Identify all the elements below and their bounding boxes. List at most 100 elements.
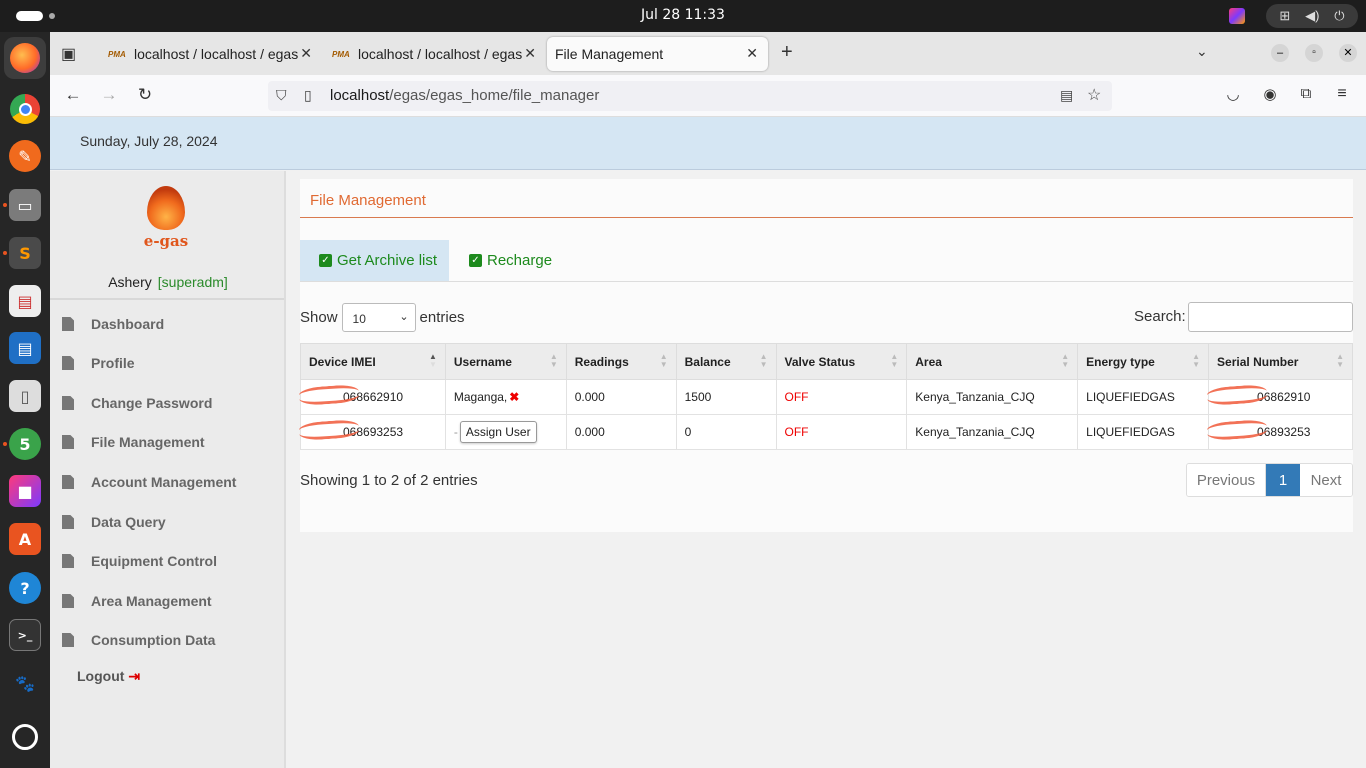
libreoffice-writer-icon[interactable]: ▤ (9, 332, 41, 364)
shield-icon[interactable]: ⛉ (276, 87, 287, 104)
power-icon: ⏻ (1334, 8, 1345, 23)
file-icon (62, 396, 74, 410)
search-input[interactable] (1188, 302, 1353, 332)
url-text: localhost/egas/egas_home/file_manager (330, 87, 599, 104)
pocket-icon[interactable]: ◡ (1222, 85, 1244, 103)
sidebar-item-consumption-data[interactable]: Consumption Data (62, 627, 215, 653)
close-tab-icon[interactable]: ✕ (524, 45, 536, 62)
brand-name: e-gas (143, 232, 189, 250)
sidebar-item-label: Data Query (91, 514, 166, 530)
sidebar-item-change-password[interactable]: Change Password (62, 390, 212, 416)
next-page-button[interactable]: Next (1300, 464, 1352, 496)
tab-label: File Management (555, 46, 664, 62)
browser-tab-3[interactable]: File Management ✕ (547, 37, 768, 71)
show-label: Show (300, 308, 338, 326)
bookmark-star-icon[interactable]: ☆ (1087, 85, 1101, 105)
address-bar[interactable]: ⛉ ▯ localhost/egas/egas_home/file_manage… (268, 81, 1112, 111)
terminal-icon[interactable]: >_ (9, 619, 41, 651)
minimize-button[interactable]: – (1271, 44, 1289, 62)
back-button[interactable]: ← (62, 85, 84, 105)
forward-button[interactable]: → (98, 85, 120, 105)
firefox-view-icon[interactable]: ▣ (61, 44, 76, 64)
balance-cell: 1500 (675, 379, 777, 415)
sidebar-item-equipment-control[interactable]: Equipment Control (62, 548, 217, 574)
sidebar-item-dashboard[interactable]: Dashboard (62, 311, 164, 337)
new-tab-button[interactable]: + (781, 41, 793, 64)
sort-icon: ▲ ▼ (659, 352, 668, 369)
column-header-valve-status[interactable]: Valve Status ▲ ▼ (775, 343, 908, 380)
sidebar-item-area-management[interactable]: Area Management (62, 588, 212, 614)
gimp-icon[interactable]: 🐾 (9, 667, 41, 699)
tab-get-archive-list[interactable]: ✓ Get Archive list (300, 240, 449, 281)
column-header-username[interactable]: Username ▲ ▼ (444, 343, 567, 380)
current-date: Sunday, July 28, 2024 (80, 133, 218, 149)
tab-recharge[interactable]: ✓ Recharge (450, 240, 552, 281)
column-header-readings[interactable]: Readings ▲ ▼ (565, 343, 677, 380)
sort-icon: ▲ ▼ (1336, 352, 1344, 369)
system-top-bar: Jul 28 11:33 ⊞ ◀) ⏻ (0, 0, 1366, 32)
extensions-icon[interactable]: ⧉ (1295, 85, 1317, 102)
egas-logo[interactable]: e-gas (142, 186, 190, 250)
sidebar-item-data-query[interactable]: Data Query (62, 509, 166, 535)
table-row[interactable]: 068662910 Maganga, ✖ 0.000 1500 OFF Kenya… (298, 379, 1353, 415)
column-header-serial-number[interactable]: Serial Number ▲ ▼ (1208, 343, 1353, 380)
page-1-button[interactable]: 1 (1266, 464, 1300, 496)
logout-link[interactable]: Logout ⇥ (77, 668, 140, 685)
clock[interactable]: Jul 28 11:33 (0, 7, 1366, 23)
text-editor-icon[interactable]: ▯ (9, 380, 41, 412)
firefox-icon[interactable] (4, 37, 46, 79)
files-icon[interactable]: ▭ (9, 189, 41, 221)
jetbrains-icon[interactable]: ■ (9, 475, 41, 507)
sidebar-divider (50, 298, 284, 300)
sidebar-item-file-management[interactable]: File Management (62, 429, 205, 455)
menu-icon[interactable]: ≡ (1331, 85, 1353, 103)
previous-page-button[interactable]: Previous (1187, 464, 1266, 496)
close-tab-icon[interactable]: ✕ (746, 45, 758, 62)
check-square-icon: ✓ (319, 254, 332, 267)
reader-view-icon[interactable]: ▤ (1060, 87, 1073, 104)
assign-user-button[interactable]: Assign User (459, 421, 537, 443)
entries-select[interactable]: 10 ⌄ (341, 302, 416, 332)
readings-cell: 0.000 (565, 379, 677, 415)
file-management-panel: File Management ✓ Get Archive list ✓ Recha… (298, 179, 1353, 532)
username-value: Maganga, (453, 390, 508, 404)
username-value: - (453, 425, 458, 439)
help-icon[interactable]: ? (9, 572, 41, 604)
column-header-label: Energy type (1086, 354, 1155, 369)
close-window-button[interactable]: ✕ (1339, 44, 1357, 62)
area-cell: Kenya_Tanzania_CJQ (906, 414, 1079, 450)
maximize-button[interactable]: ▫ (1305, 44, 1323, 62)
app-center-icon[interactable]: A (9, 523, 41, 555)
remove-user-icon[interactable]: ✖ (509, 390, 519, 404)
column-header-area[interactable]: Area ▲ ▼ (906, 343, 1079, 380)
check-square-icon: ✓ (469, 254, 482, 267)
reload-button[interactable]: ↻ (134, 85, 156, 105)
sidebar-item-profile[interactable]: Profile (62, 350, 135, 376)
sublime-icon[interactable]: S (9, 237, 41, 269)
column-header-balance[interactable]: Balance ▲ ▼ (675, 343, 777, 380)
close-tab-icon[interactable]: ✕ (300, 45, 312, 62)
account-icon[interactable]: ◉ (1259, 85, 1281, 103)
valve-status-cell: OFF (775, 414, 908, 450)
column-header-label: Balance (684, 354, 731, 369)
system-tray[interactable]: ⊞ ◀) ⏻ (1266, 4, 1358, 28)
tab-label: localhost / localhost / egas (358, 46, 523, 62)
inkscape-icon[interactable]: ✎ (9, 140, 41, 172)
file-icon (62, 356, 74, 370)
calculator-icon[interactable]: 5 (9, 428, 41, 460)
sidebar-item-account-management[interactable]: Account Management (62, 469, 236, 495)
archive-table: Device IMEI ▲ ▼ Username ▲ ▼ Readings ▲ ▼ Bala… (298, 343, 1353, 450)
chrome-icon[interactable] (9, 93, 41, 125)
file-icon (62, 515, 74, 529)
jetbrains-toolbox-icon[interactable] (1229, 8, 1245, 24)
redacted-imei: 068662910 (298, 383, 403, 407)
document-viewer-icon[interactable]: ▤ (9, 285, 41, 317)
file-icon (62, 435, 74, 449)
column-header-energy-type[interactable]: Energy type ▲ ▼ (1077, 343, 1210, 380)
ubuntu-icon[interactable] (12, 724, 38, 750)
browser-tab-2[interactable]: PMA localhost / localhost / egas ✕ (324, 37, 546, 71)
table-row[interactable]: 068693253 - Assign User 0.000 0 OFF Kenya… (298, 414, 1353, 450)
list-tabs-chevron-icon[interactable]: ⌄ (1196, 43, 1208, 60)
browser-tab-1[interactable]: PMA localhost / localhost / egas ✕ (100, 37, 322, 71)
column-header-device-imei[interactable]: Device IMEI ▲ ▼ (300, 343, 446, 380)
